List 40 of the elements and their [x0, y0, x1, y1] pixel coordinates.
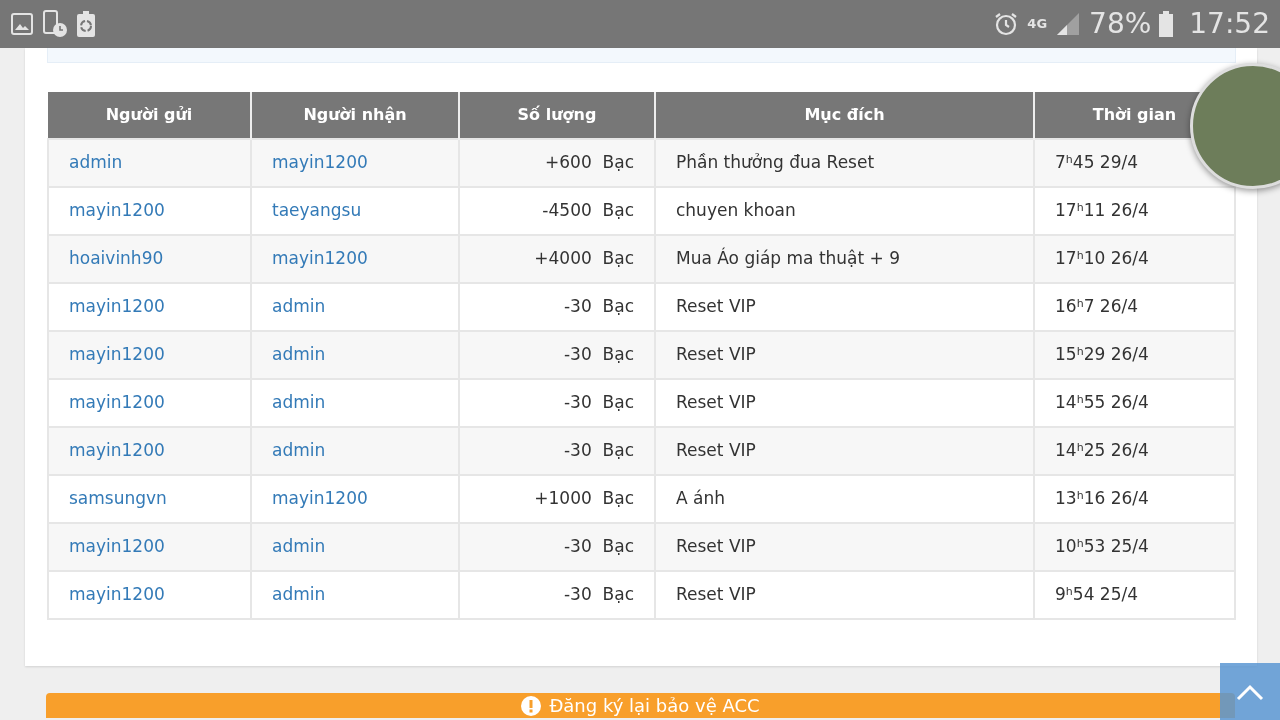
amount-cell: -30 Bạc	[459, 523, 655, 571]
amount-cell: -30 Bạc	[459, 571, 655, 619]
purpose-cell: Reset VIP	[655, 571, 1034, 619]
recycle-battery-icon	[76, 10, 96, 38]
column-header: Mục đích	[655, 92, 1034, 139]
column-header: Người gửi	[48, 92, 251, 139]
user-link[interactable]: admin	[272, 296, 326, 317]
phone-clock-icon	[42, 10, 68, 38]
gallery-icon	[10, 12, 34, 36]
purpose-cell: Phần thưởng đua Reset	[655, 139, 1034, 187]
chevron-up-icon	[1236, 682, 1264, 701]
scroll-to-top-button[interactable]	[1220, 663, 1280, 720]
purpose-cell: Mua Áo giáp ma thuật + 9	[655, 235, 1034, 283]
column-header: Số lượng	[459, 92, 655, 139]
user-link[interactable]: admin	[69, 152, 123, 173]
time-cell: 10$^{h}$53 25/4	[1034, 523, 1235, 571]
time-cell: 14$^{h}$25 26/4	[1034, 427, 1235, 475]
status-time: 17:52	[1189, 10, 1270, 38]
network-label: 4G	[1027, 15, 1048, 34]
user-link[interactable]: admin	[272, 440, 326, 461]
user-link[interactable]: admin	[272, 344, 326, 365]
time-cell: 9$^{h}$54 25/4	[1034, 571, 1235, 619]
signal-icon	[1055, 11, 1082, 37]
purpose-cell: Reset VIP	[655, 523, 1034, 571]
amount-cell: -30 Bạc	[459, 331, 655, 379]
column-header: Người nhận	[251, 92, 459, 139]
amount-cell: +600 Bạc	[459, 139, 655, 187]
time-cell: 15$^{h}$29 26/4	[1034, 331, 1235, 379]
amount-cell: -30 Bạc	[459, 427, 655, 475]
amount-cell: +4000 Bạc	[459, 235, 655, 283]
exclamation-icon	[521, 695, 542, 716]
user-link[interactable]: admin	[272, 536, 326, 557]
time-cell: 17$^{h}$10 26/4	[1034, 235, 1235, 283]
user-link[interactable]: taeyangsu	[272, 200, 362, 221]
battery-percent: 78%	[1089, 10, 1152, 38]
battery-icon	[1159, 11, 1174, 37]
purpose-cell: Reset VIP	[655, 331, 1034, 379]
purpose-cell: Reset VIP	[655, 427, 1034, 475]
user-link[interactable]: admin	[272, 584, 326, 605]
user-link[interactable]: admin	[272, 392, 326, 413]
